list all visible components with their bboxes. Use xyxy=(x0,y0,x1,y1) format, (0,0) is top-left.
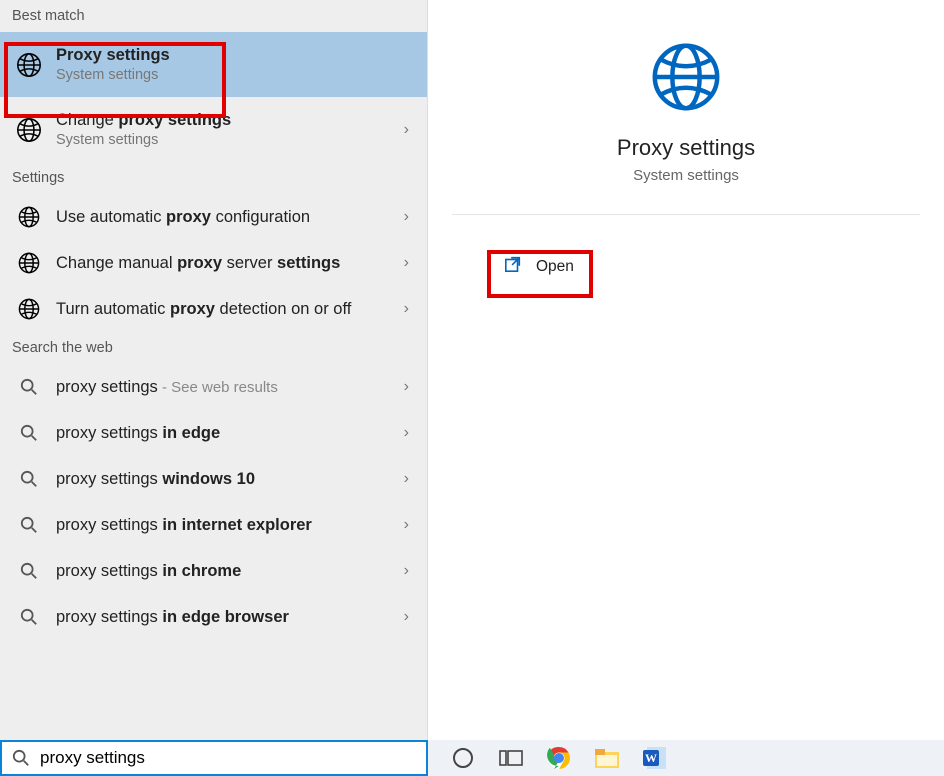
best-match-subtitle: System settings xyxy=(56,67,415,83)
taskbar: W xyxy=(428,740,944,776)
web-result-item[interactable]: proxy settings - See web results › xyxy=(0,364,427,410)
search-web-header: Search the web xyxy=(0,332,427,364)
search-icon xyxy=(20,608,38,626)
best-match-result[interactable]: Proxy settings System settings xyxy=(0,32,427,97)
search-icon xyxy=(20,516,38,534)
globe-icon xyxy=(15,51,43,79)
chevron-right-icon: › xyxy=(404,208,409,226)
open-external-icon xyxy=(504,255,522,278)
chevron-right-icon: › xyxy=(404,254,409,272)
result-subtitle: System settings xyxy=(56,132,415,148)
web-result-item[interactable]: proxy settings windows 10 › xyxy=(0,456,427,502)
search-results-pane: Best match Proxy settings System setting… xyxy=(0,0,428,740)
preview-subtitle: System settings xyxy=(428,167,944,184)
globe-icon xyxy=(17,251,41,275)
chevron-right-icon: › xyxy=(404,470,409,488)
result-title: proxy settings windows 10 xyxy=(56,470,415,489)
result-title: Change proxy settings xyxy=(56,111,415,130)
result-title: proxy settings in edge xyxy=(56,424,415,443)
globe-icon xyxy=(647,103,725,120)
open-action[interactable]: Open xyxy=(488,243,590,290)
web-result-item[interactable]: proxy settings in internet explorer › xyxy=(0,502,427,548)
globe-icon xyxy=(17,297,41,321)
search-icon xyxy=(20,470,38,488)
chevron-right-icon: › xyxy=(404,562,409,580)
result-title: Use automatic proxy configuration xyxy=(56,208,415,227)
search-icon xyxy=(20,562,38,580)
search-icon xyxy=(20,378,38,396)
web-result-item[interactable]: proxy settings in edge › xyxy=(0,410,427,456)
chevron-right-icon: › xyxy=(404,121,409,139)
chrome-icon[interactable] xyxy=(546,745,572,771)
result-title: proxy settings in edge browser xyxy=(56,608,415,627)
task-view-icon[interactable] xyxy=(498,745,524,771)
result-title: proxy settings in internet explorer xyxy=(56,516,415,535)
chevron-right-icon: › xyxy=(404,516,409,534)
best-match-title: Proxy settings xyxy=(56,46,415,65)
open-label: Open xyxy=(536,258,574,276)
svg-text:W: W xyxy=(645,751,657,765)
result-title: Turn automatic proxy detection on or off xyxy=(56,300,366,319)
result-settings-item[interactable]: Turn automatic proxy detection on or off… xyxy=(0,286,427,332)
cortana-icon[interactable] xyxy=(450,745,476,771)
result-title: proxy settings in chrome xyxy=(56,562,415,581)
preview-title: Proxy settings xyxy=(428,135,944,161)
web-result-item[interactable]: proxy settings in chrome › xyxy=(0,548,427,594)
result-title: Change manual proxy server settings xyxy=(56,254,415,273)
chevron-right-icon: › xyxy=(404,424,409,442)
chevron-right-icon: › xyxy=(404,300,409,318)
search-input[interactable] xyxy=(30,748,426,768)
word-icon[interactable]: W xyxy=(642,745,668,771)
web-result-item[interactable]: proxy settings in edge browser › xyxy=(0,594,427,640)
result-title: proxy settings - See web results xyxy=(56,378,415,397)
chevron-right-icon: › xyxy=(404,378,409,396)
result-settings-item[interactable]: Change manual proxy server settings › xyxy=(0,240,427,286)
search-icon xyxy=(12,749,30,767)
file-explorer-icon[interactable] xyxy=(594,745,620,771)
best-match-header: Best match xyxy=(0,0,427,32)
settings-header: Settings xyxy=(0,162,427,194)
result-change-proxy[interactable]: Change proxy settings System settings › xyxy=(0,97,427,162)
search-icon xyxy=(20,424,38,442)
preview-pane: Proxy settings System settings Open xyxy=(428,0,944,740)
chevron-right-icon: › xyxy=(404,608,409,626)
globe-icon xyxy=(15,116,43,144)
globe-icon xyxy=(17,205,41,229)
search-box[interactable] xyxy=(0,740,428,776)
result-settings-item[interactable]: Use automatic proxy configuration › xyxy=(0,194,427,240)
